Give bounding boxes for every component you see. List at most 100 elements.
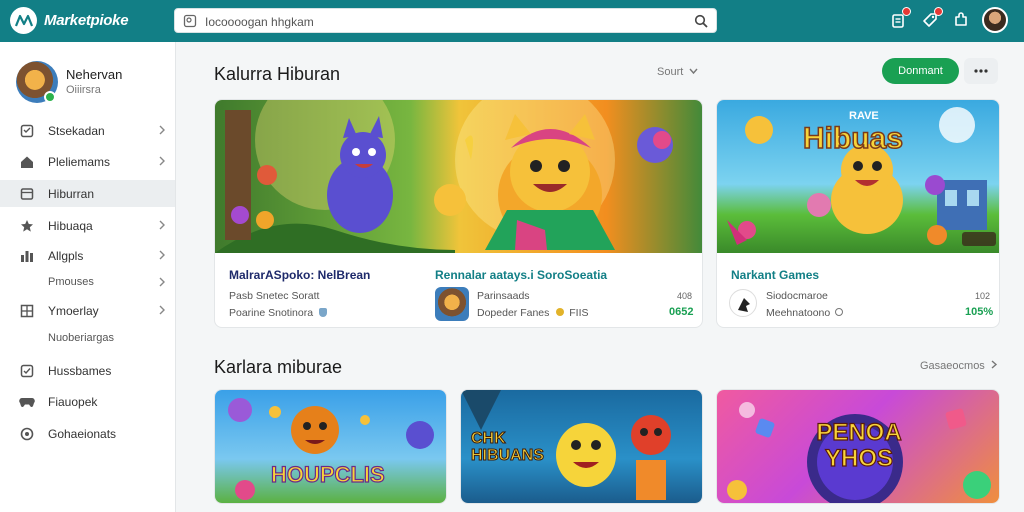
grid-icon xyxy=(19,303,35,319)
sidebar-item-label: Allgpls xyxy=(48,249,84,263)
tag-icon[interactable] xyxy=(920,7,943,30)
sidebar-item-label: Nuoberiargas xyxy=(48,332,115,344)
card-meta-text: Dopeder Fanes xyxy=(477,307,550,319)
card-meta-line: Dopeder Fanes FIIS xyxy=(477,307,589,319)
chevron-right-icon xyxy=(991,360,997,369)
game-card[interactable]: RAVE Hibuas Narkant Games Siodocmaroe Me… xyxy=(716,99,1000,328)
sidebar-item-sub[interactable]: Pmouses xyxy=(0,269,175,296)
game-banner-image: PENOA YHOS xyxy=(717,390,999,503)
see-all-label: Gasaeocmos xyxy=(920,360,985,372)
sort-dropdown[interactable]: Sourt xyxy=(657,66,698,78)
sort-label: Sourt xyxy=(657,66,684,78)
sidebar-item-label: Fiauopek xyxy=(48,395,98,409)
logo-icon xyxy=(14,14,33,26)
sidebar-item-label: Pleliemams xyxy=(48,155,111,169)
featured-card[interactable]: MalrarASpoko: NelBrean Pasb Snetec Sorat… xyxy=(214,99,703,328)
profile-subtitle: Oiiirsra xyxy=(66,84,101,96)
card-price: 0652 xyxy=(669,306,694,318)
sidebar-item-label: Pmouses xyxy=(48,276,94,288)
sidebar-item-overlay[interactable]: Ymoerlay xyxy=(0,297,175,324)
bird-icon xyxy=(738,298,750,312)
sidebar-item-label: Hussbames xyxy=(48,364,112,378)
game-banner-image: RAVE Hibuas xyxy=(717,100,999,253)
chevron-right-icon xyxy=(159,156,165,166)
notifications-icon[interactable] xyxy=(888,7,911,30)
tag-badge xyxy=(934,7,943,16)
sidebar-item-games[interactable]: Fiauopek xyxy=(0,388,175,415)
gamepad-icon xyxy=(19,394,35,410)
search-field-icon xyxy=(183,14,197,33)
card-meta-line: Poarine Snotinora xyxy=(229,307,327,319)
card-title: Narkant Games xyxy=(731,268,820,282)
game-card[interactable]: CHK HIBUANS xyxy=(460,389,703,504)
banner-title: Hibuas xyxy=(802,121,904,156)
game-card[interactable]: PENOA YHOS xyxy=(716,389,1000,504)
chevron-right-icon xyxy=(159,250,165,260)
app-logo[interactable] xyxy=(10,7,37,34)
section-see-all-link[interactable]: Gasaeocmos xyxy=(920,360,998,372)
sidebar-item-home[interactable]: Pleliemams xyxy=(0,148,175,175)
chevron-right-icon xyxy=(159,277,165,287)
card-meta-line: Meehnatoono xyxy=(766,307,844,319)
banner-title: CHK HIBUANS xyxy=(471,430,545,465)
notification-badge xyxy=(902,7,911,16)
sidebar-item-settings[interactable]: Gohaeionats xyxy=(0,420,175,447)
search-icon[interactable] xyxy=(694,14,708,33)
card-title: Rennalar aatays.i SoroSoeatia xyxy=(435,268,608,282)
card-count: 408 xyxy=(677,291,693,301)
banner-title: PENOA YHOS xyxy=(816,419,903,472)
sidebar: Nehervan Oiiirsra Stsekadan Pleliemams H… xyxy=(0,42,176,512)
chevron-down-icon xyxy=(689,68,698,75)
sidebar-item-label: Hiburran xyxy=(48,187,95,201)
sidebar-item-sub2[interactable]: Nuoberiargas xyxy=(0,325,175,352)
search-input[interactable]: Iocoooogan hhgkam xyxy=(205,15,314,29)
featured-banner-image xyxy=(215,100,702,253)
search-bar[interactable]: Iocoooogan hhgkam xyxy=(174,8,717,33)
more-options-button[interactable] xyxy=(964,58,998,84)
card-meta-line: Pasb Snetec Soratt xyxy=(229,290,320,302)
game-banner-image: HOUPCLIS xyxy=(215,390,446,503)
card-meta-line: Parinsaads xyxy=(477,290,530,302)
online-status-icon xyxy=(44,91,56,103)
sidebar-item-label: Stsekadan xyxy=(48,124,105,138)
card-count: 102 xyxy=(975,291,991,301)
banner-title-small: RAVE xyxy=(849,110,879,122)
info-icon xyxy=(835,308,844,316)
library-icon xyxy=(19,186,35,202)
more-icon xyxy=(974,69,988,73)
chevron-right-icon xyxy=(159,220,165,230)
shield-icon xyxy=(318,308,327,317)
section-title: Karlara miburae xyxy=(214,357,343,377)
game-banner-image: CHK HIBUANS xyxy=(461,390,702,503)
puzzle-icon[interactable] xyxy=(951,10,971,30)
sidebar-item-apps[interactable]: Allgpls xyxy=(0,242,175,269)
profile-name: Nehervan xyxy=(66,67,123,82)
card-meta-text: Meehnatoono xyxy=(766,307,831,319)
card-meta-line: Siodocmaroe xyxy=(766,290,828,302)
card-price: 105% xyxy=(965,306,994,318)
card-meta-text: Poarine Snotinora xyxy=(229,307,314,319)
card-meta-text: FIIS xyxy=(569,307,589,319)
sidebar-item-shop[interactable]: Stsekadan xyxy=(0,117,175,144)
sidebar-item-label: Gohaeionats xyxy=(48,427,117,441)
banner-title: HOUPCLIS xyxy=(270,461,385,487)
chevron-right-icon xyxy=(159,125,165,135)
home-icon xyxy=(19,154,35,170)
top-bar: Marketpioke Iocoooogan hhgkam xyxy=(0,0,1024,42)
settings-icon xyxy=(19,426,35,442)
coin-icon xyxy=(556,308,565,316)
game-thumbnail[interactable] xyxy=(435,287,469,321)
sidebar-item-label: Ymoerlay xyxy=(48,304,99,318)
studio-logo xyxy=(729,289,757,317)
sidebar-item-favorites[interactable]: Hibuaqa xyxy=(0,212,175,239)
primary-action-button[interactable]: Donmant xyxy=(882,58,959,84)
app-name: Marketpioke xyxy=(44,12,129,29)
sidebar-item-purchases[interactable]: Hussbames xyxy=(0,357,175,384)
check-icon xyxy=(19,363,35,379)
user-avatar[interactable] xyxy=(982,7,1008,33)
sidebar-item-label: Hibuaqa xyxy=(48,219,93,233)
star-icon xyxy=(19,218,35,234)
card-title: MalrarASpoko: NelBrean xyxy=(229,268,371,282)
game-card[interactable]: HOUPCLIS xyxy=(214,389,447,504)
sidebar-item-library[interactable]: Hiburran xyxy=(0,180,175,207)
